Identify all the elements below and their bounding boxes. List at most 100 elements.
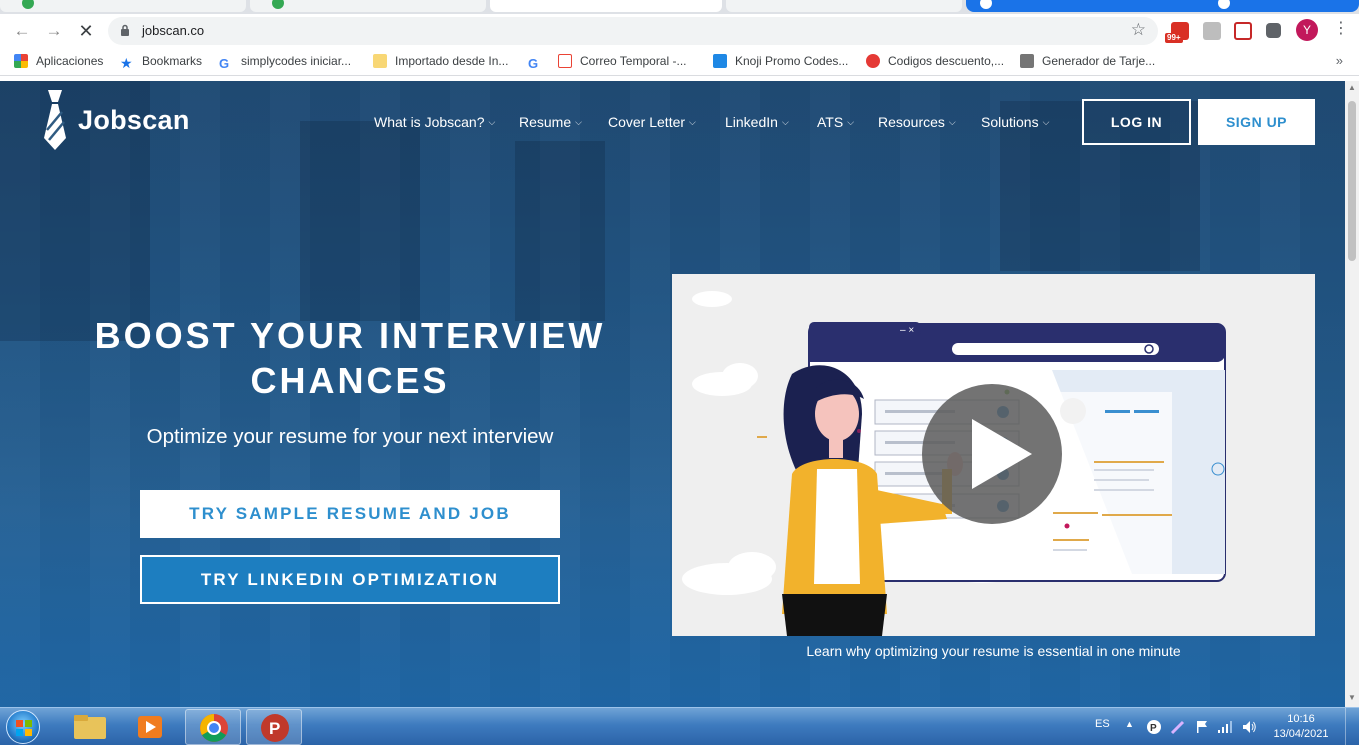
jobscan-logo[interactable]: Jobscan (42, 89, 190, 151)
tie-logo-icon (44, 90, 66, 150)
windows-flag-icon (16, 720, 32, 736)
play-button-icon[interactable] (922, 384, 1062, 524)
profile-avatar[interactable]: Y (1296, 19, 1318, 41)
taskbar-psiphon[interactable]: P (246, 709, 302, 745)
extensions-puzzle-icon[interactable] (1266, 23, 1281, 38)
lock-icon (121, 24, 129, 36)
hero-headline: BOOST YOUR INTERVIEW CHANCES (90, 313, 610, 403)
psiphon-tray-icon[interactable]: P (1146, 719, 1162, 735)
more-bookmarks-icon[interactable]: » (1336, 53, 1343, 68)
svg-text:P: P (1150, 723, 1157, 734)
chevron-down-icon: ⌵ (1042, 117, 1050, 127)
chevron-down-icon: ⌵ (575, 117, 582, 127)
explainer-video[interactable]: – × (672, 274, 1315, 636)
nav-linkedin[interactable]: LinkedIn ⌵ (725, 114, 789, 130)
logo-text: Jobscan (78, 104, 190, 135)
bookmark-item[interactable]: Generador de Tarje... (1020, 54, 1155, 68)
nav-ats[interactable]: ATS ⌵ (817, 114, 854, 130)
login-button[interactable]: LOG IN (1082, 99, 1191, 145)
bookmark-item[interactable]: ★ Bookmarks (120, 54, 202, 70)
chevron-down-icon: ⌵ (781, 117, 789, 127)
system-clock[interactable]: 10:16 13/04/2021 (1268, 712, 1334, 742)
chevron-down-icon: ⌵ (948, 117, 956, 127)
bookmark-label: Codigos descuento,... (888, 54, 1005, 68)
extension-gray-icon[interactable] (1203, 22, 1221, 40)
tab-favicon-icon (1218, 0, 1230, 9)
nav-label: What is Jobscan? (374, 114, 485, 130)
star-icon: ★ (120, 55, 133, 71)
bookmark-label: Aplicaciones (36, 54, 104, 68)
nav-resources[interactable]: Resources ⌵ (878, 114, 956, 130)
try-linkedin-optimization-button[interactable]: TRY LINKEDIN OPTIMIZATION (140, 555, 560, 604)
bookmark-item[interactable]: Gsimplycodes iniciar... (219, 54, 351, 71)
tab-active[interactable] (490, 0, 722, 12)
chevron-down-icon: ⌵ (689, 117, 696, 127)
stop-loading-button[interactable]: ✕ (75, 20, 97, 42)
video-caption: Learn why optimizing your resume is esse… (806, 643, 1181, 659)
nav-label: Resume (519, 114, 572, 130)
bookmark-star-icon[interactable]: ☆ (1131, 20, 1146, 40)
nav-cover-letter[interactable]: Cover Letter ⌵ (608, 114, 696, 130)
taskbar-media-player[interactable] (122, 709, 178, 745)
show-hidden-icons-icon[interactable]: ▲ (1125, 719, 1134, 729)
nav-solutions[interactable]: Solutions ⌵ (981, 114, 1049, 130)
volume-icon[interactable] (1241, 719, 1257, 735)
page-scrollbar[interactable]: ▲ ▼ (1345, 81, 1359, 707)
nav-resume[interactable]: Resume ⌵ (519, 114, 582, 130)
address-bar[interactable]: jobscan.co ☆ (108, 17, 1158, 45)
svg-text:P: P (269, 719, 280, 738)
bookmark-item[interactable]: G (528, 54, 550, 71)
scroll-down-icon[interactable]: ▼ (1348, 693, 1356, 702)
show-desktop-button[interactable] (1345, 708, 1359, 746)
signup-button[interactable]: SIGN UP (1198, 99, 1315, 145)
bookmark-item[interactable]: Importado desde In... (373, 54, 508, 68)
bookmark-label: Bookmarks (142, 54, 203, 68)
video-illustration: – × (682, 291, 1226, 636)
headline-line-2: CHANCES (250, 360, 450, 401)
tab-2[interactable] (250, 0, 486, 12)
bookmark-item[interactable]: Codigos descuento,... (866, 54, 1004, 68)
tab-5[interactable] (966, 0, 1359, 12)
media-player-icon (138, 716, 162, 738)
bookmark-item[interactable]: Aplicaciones (14, 54, 103, 68)
background-building (300, 121, 420, 321)
bookmark-label: Knoji Promo Codes... (735, 54, 849, 68)
google-icon: G (528, 56, 539, 71)
url-text: jobscan.co (142, 23, 205, 38)
start-button[interactable] (6, 710, 40, 744)
taskbar-chrome[interactable] (185, 709, 241, 745)
browser-menu-icon[interactable]: ⋮ (1333, 18, 1349, 38)
nav-label: Solutions (981, 114, 1039, 130)
try-sample-resume-button[interactable]: TRY SAMPLE RESUME AND JOB (140, 490, 560, 538)
scrollbar-thumb[interactable] (1348, 101, 1356, 261)
background-building (515, 141, 605, 321)
google-icon: G (219, 56, 230, 71)
language-indicator[interactable]: ES (1095, 718, 1110, 730)
tab-1[interactable] (0, 0, 246, 12)
forward-button[interactable]: → (43, 20, 65, 42)
back-button[interactable]: ← (11, 20, 33, 42)
tab-4[interactable] (726, 0, 962, 12)
pen-tray-icon[interactable] (1170, 719, 1186, 735)
action-center-flag-icon[interactable] (1194, 719, 1210, 735)
bookmark-item[interactable]: Correo Temporal -... (558, 54, 686, 68)
hero-subheading: Optimize your resume for your next inter… (146, 425, 554, 448)
network-signal-icon[interactable] (1217, 719, 1233, 735)
bookmark-label: Importado desde In... (395, 54, 509, 68)
windows-taskbar: P ES ▲ P 10:16 13/04/2021 (0, 707, 1359, 746)
nav-label: Cover Letter (608, 114, 686, 130)
clock-time: 10:16 (1287, 713, 1315, 725)
folder-icon (373, 54, 387, 68)
taskbar-explorer[interactable] (62, 709, 118, 745)
folder-icon (74, 715, 106, 739)
tomato-icon (866, 54, 880, 68)
extension-youtube-icon[interactable] (1234, 22, 1252, 40)
bookmark-label: Generador de Tarje... (1042, 54, 1156, 68)
apps-grid-icon (14, 54, 28, 68)
hero-section: Jobscan What is Jobscan? ⌵ Resume ⌵ Cover … (0, 81, 1345, 707)
tab-favicon-icon (22, 0, 34, 9)
scroll-up-icon[interactable]: ▲ (1348, 83, 1356, 92)
clock-date: 13/04/2021 (1273, 728, 1329, 740)
bookmark-item[interactable]: Knoji Promo Codes... (713, 54, 848, 68)
nav-what-is-jobscan[interactable]: What is Jobscan? ⌵ (374, 114, 495, 130)
